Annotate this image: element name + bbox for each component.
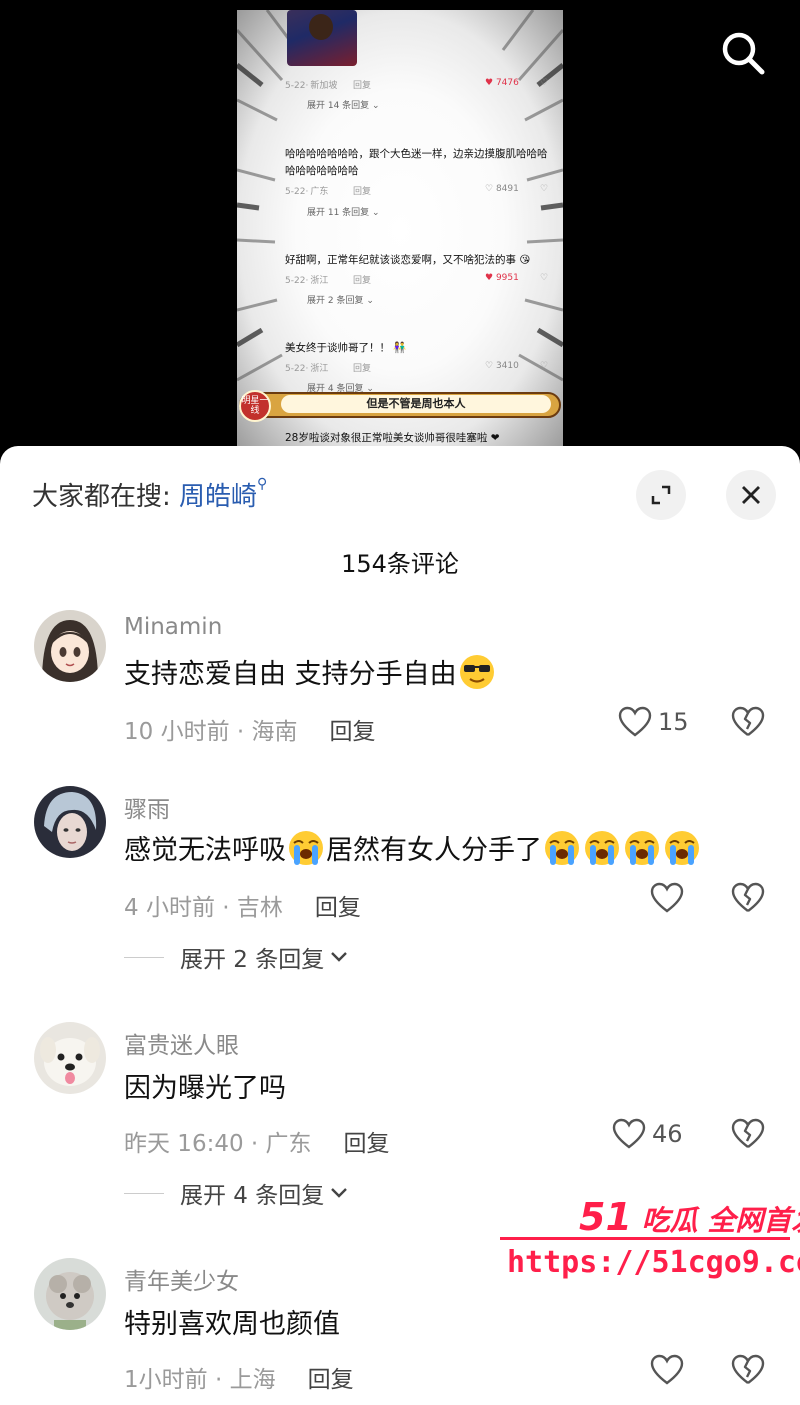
loudly-crying-emoji [289, 830, 323, 865]
speed-lines-decoration [237, 10, 563, 382]
video-comment-meta: 5-22· 新加坡 回复 ♥ 7476 ♡ [285, 78, 549, 91]
expand-replies-button[interactable]: 展开 2 条回复 [124, 940, 348, 974]
broken-heart-icon [731, 1354, 765, 1384]
comment-meta: 昨天 16:40 · 广东 回复 [124, 1124, 390, 1158]
chevron-down-icon [331, 1188, 348, 1198]
suggestion-prefix: 大家都在搜: [32, 482, 171, 512]
broken-heart-icon [731, 882, 765, 912]
heart-outline-icon [618, 706, 652, 737]
video-expand-replies: 展开 11 条回复 ⌄ [307, 208, 380, 218]
dislike-button[interactable] [730, 1354, 766, 1390]
avatar[interactable] [34, 1022, 106, 1094]
video-frame: 5-22· 新加坡 回复 ♥ 7476 ♡ 展开 14 条回复 ⌄ 哈哈哈哈哈哈哈… [237, 10, 563, 450]
like-button[interactable]: 15 [618, 706, 689, 738]
expand-sheet-button[interactable] [636, 470, 686, 520]
broken-heart-icon [731, 1118, 765, 1148]
video-comment-text: 哈哈哈哈哈哈哈，跟个大色迷一样，边亲边摸腹肌哈哈哈哈哈哈哈哈哈哈 [285, 148, 548, 177]
watermark-url: https://51cgo9.com [507, 1245, 800, 1280]
expand-icon [651, 485, 671, 505]
close-icon [742, 486, 760, 504]
watermark-brand: 51 吃瓜 全网首发 [579, 1195, 800, 1239]
comment-username[interactable]: Minamin [124, 614, 222, 640]
comment-text: 特别喜欢周也颜值 [124, 1309, 340, 1340]
caption-badge: 明星一线 [239, 390, 271, 422]
comment-username[interactable]: 富贵迷人眼 [124, 1026, 239, 1060]
chevron-down-icon [331, 952, 348, 962]
like-button[interactable]: 46 [612, 1118, 683, 1150]
dislike-icon: ♡ [540, 273, 549, 283]
video-expand-replies: 展开 14 条回复 ⌄ [307, 101, 380, 111]
loudly-crying-emoji [625, 830, 659, 865]
search-suggestion[interactable]: 大家都在搜: 周皓崎⚲ [32, 476, 267, 513]
cool-sunglasses-emoji [459, 654, 494, 689]
search-icon [722, 32, 765, 75]
video-comment-meta: 5-22· 广东 回复 ♡ 8491 ♡ [285, 184, 549, 197]
dislike-icon: ♡ [540, 184, 549, 194]
comment-text: 因为曝光了吗 [124, 1073, 286, 1104]
like-count: 46 [652, 1120, 683, 1148]
magnifier-small-icon: ⚲ [257, 476, 268, 492]
avatar[interactable] [34, 610, 106, 682]
dislike-button[interactable] [730, 706, 766, 742]
loudly-crying-emoji [585, 830, 619, 865]
video-expand-replies: 展开 2 条回复 ⌄ [307, 296, 374, 306]
heart-outline-icon [612, 1118, 646, 1149]
heart-outline-icon [650, 882, 684, 913]
watermark-divider [500, 1237, 790, 1240]
caption-text: 但是不管是周也本人 [281, 395, 551, 413]
comment-username[interactable]: 青年美少女 [124, 1262, 239, 1296]
video-bottom-caption: 28岁啦谈对象很正常啦美女谈帅哥很哇塞啦 ❤ [285, 432, 500, 444]
video-caption-banner: 明星一线 但是不管是周也本人 [239, 390, 561, 422]
avatar[interactable] [34, 1258, 106, 1330]
reply-button[interactable]: 回复 [330, 719, 376, 745]
dislike-icon: ♡ [540, 78, 549, 88]
like-button[interactable] [650, 882, 684, 914]
search-button[interactable] [718, 28, 768, 78]
close-sheet-button[interactable] [726, 470, 776, 520]
comment-meta: 10 小时前 · 海南 回复 [124, 712, 376, 746]
comment-time: 昨天 16:40 · 广东 [124, 1131, 312, 1157]
suggestion-keyword[interactable]: 周皓崎 [179, 482, 257, 512]
comment-time: 4 小时前 · 吉林 [124, 895, 283, 921]
comment-meta: 1小时前 · 上海 回复 [124, 1360, 354, 1394]
comment-time: 1小时前 · 上海 [124, 1367, 276, 1393]
comment-meta: 4 小时前 · 吉林 回复 [124, 888, 361, 922]
heart-outline-icon [650, 1354, 684, 1385]
dislike-button[interactable] [730, 1118, 766, 1154]
reply-button[interactable]: 回复 [308, 1367, 354, 1393]
avatar[interactable] [34, 786, 106, 858]
expand-replies-button[interactable]: 展开 4 条回复 [124, 1176, 348, 1210]
comment-count-title: 154条评论 [341, 550, 459, 578]
comment-text: 支持恋爱自由 支持分手自由 [124, 652, 497, 691]
loudly-crying-emoji [545, 830, 579, 865]
broken-heart-icon [731, 706, 765, 736]
comment-username[interactable]: 骤雨 [124, 790, 170, 824]
reply-button[interactable]: 回复 [315, 895, 361, 921]
video-comment-image [287, 10, 357, 66]
like-count: 15 [658, 708, 689, 736]
video-comment-text: 美女终于谈帅哥了！！ 👫 [285, 342, 407, 354]
dislike-icon: ♡ [540, 361, 549, 371]
site-watermark: 51 吃瓜 全网首发 https://51cgo9.com [495, 1195, 800, 1290]
like-button[interactable] [650, 1354, 684, 1386]
video-comment-text: 好甜啊，正常年纪就该谈恋爱啊，又不啥犯法的事 😘 [285, 254, 531, 266]
comment-time: 10 小时前 · 海南 [124, 719, 298, 745]
video-comment-meta: 5-22· 浙江 回复 ♥ 9951 ♡ [285, 273, 549, 286]
video-player[interactable]: 5-22· 新加坡 回复 ♥ 7476 ♡ 展开 14 条回复 ⌄ 哈哈哈哈哈哈哈… [0, 0, 800, 460]
comment-text: 感觉无法呼吸 居然有女人分手了 [124, 828, 702, 867]
dislike-button[interactable] [730, 882, 766, 918]
reply-button[interactable]: 回复 [344, 1131, 390, 1157]
loudly-crying-emoji [665, 830, 699, 865]
video-comment-meta: 5-22· 浙江 回复 ♡ 3410 ♡ [285, 361, 549, 374]
